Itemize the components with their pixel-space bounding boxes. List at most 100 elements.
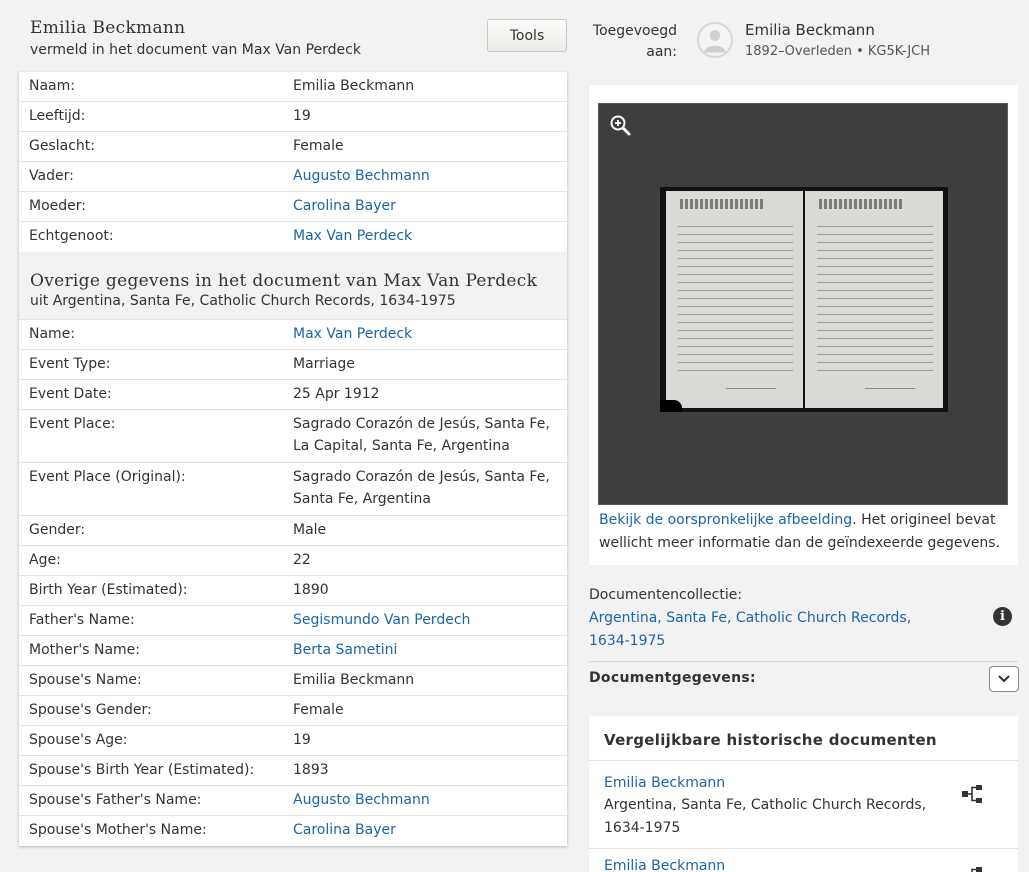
detail-label: Geslacht: [29, 138, 96, 154]
similar-record-name[interactable]: Emilia Beckmann [604, 775, 725, 791]
record-details-card: Naam: Emilia Beckmann Leeftijd: 19 Geslacht:… [19, 72, 567, 846]
detail-value-link[interactable]: Augusto Bechmann [283, 159, 567, 191]
collection-label: Documentencollectie: [589, 587, 743, 603]
other-details-table: Name: Max Van Perdeck Event Type: Marriage E… [19, 320, 567, 846]
detail-row: Father's Name: Segismundo Van Perdech [19, 606, 567, 636]
section-subtitle: uit Argentina, Santa Fe, Catholic Church… [30, 293, 456, 309]
detail-row: Event Place (Original): Sagrado Corazón d… [19, 463, 567, 516]
detail-value-link[interactable]: Max Van Perdeck [283, 317, 567, 349]
detail-value-link[interactable]: Max Van Perdeck [283, 219, 567, 252]
family-tree-icon[interactable] [961, 784, 985, 804]
detail-label: Event Place: [29, 416, 116, 432]
detail-label: Age: [29, 552, 61, 568]
detail-label: Name: [29, 326, 76, 342]
other-details-header: Overige gegevens in het document van Max… [19, 252, 567, 320]
divider [589, 661, 1018, 662]
detail-value: Female [293, 138, 344, 154]
detail-label: Moeder: [29, 198, 86, 214]
detail-value-link[interactable]: Segismundo Van Perdech [283, 603, 567, 635]
detail-value-link[interactable]: Berta Sametini [283, 633, 567, 665]
zoom-in-icon[interactable] [609, 114, 631, 136]
person-details-table: Naam: Emilia Beckmann Leeftijd: 19 Geslacht:… [19, 72, 567, 252]
detail-value: 1890 [293, 582, 329, 598]
image-caption: Bekijk de oorspronkelijke afbeelding. He… [599, 509, 1009, 555]
detail-row: Spouse's Mother's Name: Carolina Bayer [19, 816, 567, 846]
similar-records-panel: Vergelijkbare historische documenten Emi… [589, 716, 1018, 872]
similar-record-name[interactable]: Emilia Beckmann [604, 858, 725, 872]
detail-label: Event Type: [29, 356, 111, 372]
divider [589, 760, 1018, 761]
detail-row: Geslacht: Female [19, 132, 567, 162]
attached-person-meta: 1892–Overleden • KG5K-JCH [745, 44, 931, 59]
detail-row: Spouse's Birth Year (Estimated): 1893 [19, 756, 567, 786]
detail-row: Echtgenoot: Max Van Perdeck [19, 222, 567, 252]
detail-label: Spouse's Father's Name: [29, 792, 202, 808]
collection-link[interactable]: Argentina, Santa Fe, Catholic Church Rec… [589, 607, 929, 653]
attached-to-label: Toegevoegd aan: [592, 23, 677, 60]
document-page-left [666, 191, 803, 408]
detail-label: Gender: [29, 522, 86, 538]
detail-row: Event Date: 25 Apr 1912 [19, 380, 567, 410]
info-icon[interactable]: i [993, 607, 1012, 626]
detail-label: Mother's Name: [29, 642, 140, 658]
detail-row: Moeder: Carolina Bayer [19, 192, 567, 222]
person-name: Emilia Beckmann [30, 18, 186, 38]
person-subtitle: vermeld in het document van Max Van Perd… [30, 42, 361, 58]
detail-value-link[interactable]: Carolina Bayer [283, 189, 567, 221]
detail-value: 19 [293, 732, 311, 748]
detail-label: Spouse's Age: [29, 732, 128, 748]
detail-value: Male [293, 522, 327, 538]
detail-value-link[interactable]: Augusto Bechmann [283, 783, 567, 815]
similar-record-collection: Argentina, Santa Fe, Catholic Church Rec… [604, 797, 927, 836]
detail-value: Female [293, 702, 344, 718]
family-tree-icon[interactable] [961, 866, 985, 872]
document-data-label: Documentgegevens: [589, 670, 756, 686]
document-image-viewer[interactable] [598, 103, 1008, 505]
detail-value: 1893 [293, 762, 329, 778]
detail-label: Spouse's Gender: [29, 702, 152, 718]
view-original-image-link[interactable]: Bekijk de oorspronkelijke afbeelding [599, 512, 852, 528]
detail-row: Mother's Name: Berta Sametini [19, 636, 567, 666]
detail-label: Spouse's Mother's Name: [29, 822, 207, 838]
detail-value: 25 Apr 1912 [293, 386, 380, 402]
detail-row: Leeftijd: 19 [19, 102, 567, 132]
detail-label: Event Place (Original): [29, 469, 186, 485]
chevron-down-icon [998, 675, 1010, 683]
image-card: Bekijk de oorspronkelijke afbeelding. He… [589, 85, 1018, 565]
detail-row: Event Type: Marriage [19, 350, 567, 380]
detail-row: Spouse's Gender: Female [19, 696, 567, 726]
avatar[interactable] [697, 22, 733, 58]
detail-label: Event Date: [29, 386, 112, 402]
detail-row: Spouse's Age: 19 [19, 726, 567, 756]
detail-row: Naam: Emilia Beckmann [19, 72, 567, 102]
detail-label: Naam: [29, 78, 75, 94]
tools-button[interactable]: Tools [487, 19, 567, 52]
detail-label: Echtgenoot: [29, 228, 114, 244]
detail-row: Age: 22 [19, 546, 567, 576]
detail-value: 22 [293, 552, 311, 568]
section-title: Overige gegevens in het document van Max… [30, 271, 538, 291]
divider [589, 848, 1018, 849]
detail-row: Name: Max Van Perdeck [19, 320, 567, 350]
detail-row: Spouse's Father's Name: Augusto Bechmann [19, 786, 567, 816]
detail-label: Leeftijd: [29, 108, 86, 124]
document-data-toggle-button[interactable] [989, 666, 1019, 692]
detail-row: Birth Year (Estimated): 1890 [19, 576, 567, 606]
detail-value-link[interactable]: Carolina Bayer [283, 813, 567, 846]
detail-value: Emilia Beckmann [293, 672, 415, 688]
detail-label: Spouse's Birth Year (Estimated): [29, 762, 255, 778]
detail-label: Birth Year (Estimated): [29, 582, 188, 598]
detail-label: Spouse's Name: [29, 672, 142, 688]
similar-records-title: Vergelijkbare historische documenten [604, 731, 937, 749]
document-page-right [805, 191, 943, 408]
detail-value: Sagrado Corazón de Jesús, Santa Fe, Sant… [293, 469, 550, 507]
detail-value: Marriage [293, 356, 355, 372]
detail-value: Sagrado Corazón de Jesús, Santa Fe, La C… [293, 416, 550, 454]
detail-row: Spouse's Name: Emilia Beckmann [19, 666, 567, 696]
person-silhouette-icon [704, 30, 726, 53]
detail-label: Vader: [29, 168, 74, 184]
attached-person-name[interactable]: Emilia Beckmann [745, 21, 875, 39]
detail-value: 19 [293, 108, 311, 124]
detail-value: Emilia Beckmann [293, 78, 415, 94]
document-image-thumbnail [660, 187, 948, 412]
